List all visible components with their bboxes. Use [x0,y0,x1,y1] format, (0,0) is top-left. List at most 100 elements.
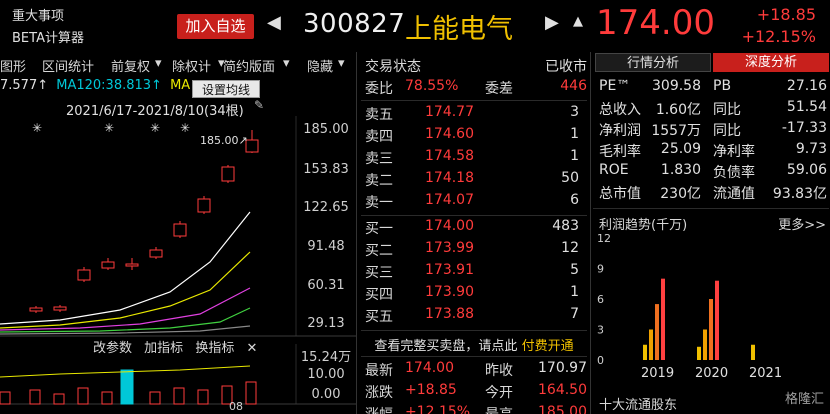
profit-bar [661,278,665,360]
close-indicator-icon[interactable]: ✕ [246,341,257,356]
fin-row: 总市值 230亿 流通值 93.83亿 [599,183,827,204]
candle [101,261,115,269]
buy-label: 买二 [365,243,393,259]
candle [245,139,259,153]
ratio-row: 委比 78.55% 委差 446 [365,78,587,100]
volume-bar [0,391,11,405]
change-label: 涨跌 [365,385,393,401]
ma-line [0,307,251,333]
more-link[interactable]: 更多>> [778,214,826,233]
sell-price: 174.07 [425,192,474,208]
top-bar: 重大事项 BETA计算器 加入自选 ◀ 300827 上能电气 ▶ ▲ 174.… [0,0,830,52]
latest-value: 174.00 [405,360,454,376]
profit-x-tick: 2019 [641,366,674,381]
diff-value: 446 [560,78,587,94]
tab-deep-analysis[interactable]: 深度分析 [713,53,829,72]
candle [173,223,187,237]
alert-bell-icon[interactable]: ▲ [573,14,583,29]
beta-calculator-link[interactable]: BETA计算器 [12,28,84,50]
vol-tick-zero: 0.00 [311,387,341,402]
fin-label: 净利率 [713,144,755,160]
profit-y-tick: 12 [597,232,611,245]
sell-price: 174.77 [425,104,474,120]
stock-name: 上能电气 [405,14,513,45]
event-star-icon: ✳ [180,121,190,135]
sell-price: 174.58 [425,148,474,164]
switch-indicator-button[interactable]: 换指标 [195,341,234,356]
fin-row: 净利润 1557万 同比 -17.33 [599,120,827,141]
latest-label: 最新 [365,363,393,379]
quote-row: 涨跌 +18.85 今开 164.50 [365,382,587,404]
paid-upgrade-link[interactable]: 付费开通 [522,339,574,354]
fin-value: 93.83亿 [772,186,827,202]
high-value: 185.00 [538,404,587,414]
high-price-marker: 185.00↗ [200,134,248,147]
pct-label: 涨幅 [365,404,393,414]
buy-price: 173.99 [425,240,474,256]
fin-value: 25.09 [660,141,701,157]
fin-row: PE™ 309.58 PB 27.16 [599,78,827,99]
buy-label: 买五 [365,309,393,325]
full-orderbook-text: 查看完整买卖盘，请点此 [374,339,518,354]
vol-tick-mid: 10.00 [307,367,345,382]
divider [593,208,829,209]
volume-bar [29,389,41,405]
profit-x-tick: 2020 [695,366,728,381]
buy-row: 买一 174.00 483 [365,218,587,240]
open-value: 164.50 [538,382,587,398]
divider [361,100,587,101]
profit-bar [697,346,701,360]
buy-row: 买五 173.88 7 [365,306,587,328]
next-stock-arrow-icon[interactable]: ▶ [545,12,559,33]
event-star-icon: ✳ [104,121,114,135]
major-events-link[interactable]: 重大事项 [12,6,84,28]
buy-label: 买一 [365,221,393,237]
ratio-value: 78.55% [405,78,459,94]
profit-trend-chart: 12 9 6 3 0 2019 2020 2021 [597,232,782,381]
fin-label: 净利润 [599,123,641,139]
trade-status-label: 交易状态 [365,59,421,75]
buy-row: 买三 173.91 5 [365,262,587,284]
fin-label: PE™ [599,78,631,94]
sell-row: 卖五 174.77 3 [365,104,587,126]
candle [197,198,211,213]
fin-label: 负债率 [713,165,755,181]
tab-market-analysis[interactable]: 行情分析 [595,53,711,72]
sell-price: 174.18 [425,170,474,186]
sell-volume: 50 [561,170,579,186]
buy-price: 174.00 [425,218,474,234]
change-value: +18.85 [756,5,816,24]
trade-status-row: 交易状态 已收市 [365,56,587,78]
indicator-tools: 改参数 加指标 换指标 ✕ [93,337,265,356]
edit-params-button[interactable]: 改参数 [93,341,132,356]
high-label: 最高 [485,404,513,414]
top10-holders-link[interactable]: 十大流通股东 [599,394,677,413]
profit-y-tick: 3 [597,324,604,337]
watermark-logo: 格隆汇 [784,392,824,407]
y-tick-91: 91.48 [307,239,345,254]
buy-volume: 12 [561,240,579,256]
profit-bar [643,344,647,360]
divider [361,330,587,331]
prev-close-value: 170.97 [538,360,587,376]
prev-stock-arrow-icon[interactable]: ◀ [267,12,281,33]
fin-label: 同比 [713,102,741,118]
buy-label: 买三 [365,265,393,281]
buy-volume: 483 [552,218,579,234]
event-star-icon: ✳ [150,121,160,135]
sell-label: 卖三 [365,151,393,167]
diff-label: 委差 [485,81,513,97]
profit-y-tick: 0 [597,354,604,367]
y-tick-122: 122.65 [303,200,349,215]
ma-line [0,251,251,329]
add-indicator-button[interactable]: 加指标 [144,341,183,356]
divider [361,215,587,216]
buy-price: 173.90 [425,284,474,300]
orderbook-panel: 交易状态 已收市 委比 78.55% 委差 446 卖五 174.77 3 卖四 17… [356,52,590,414]
profit-y-tick: 6 [597,293,604,306]
full-orderbook-link[interactable]: 查看完整买卖盘，请点此 付费开通 [357,335,591,354]
add-watchlist-button[interactable]: 加入自选 [177,14,254,39]
y-tick-29: 29.13 [307,316,345,331]
candle [221,166,235,182]
fin-label: 同比 [713,123,741,139]
